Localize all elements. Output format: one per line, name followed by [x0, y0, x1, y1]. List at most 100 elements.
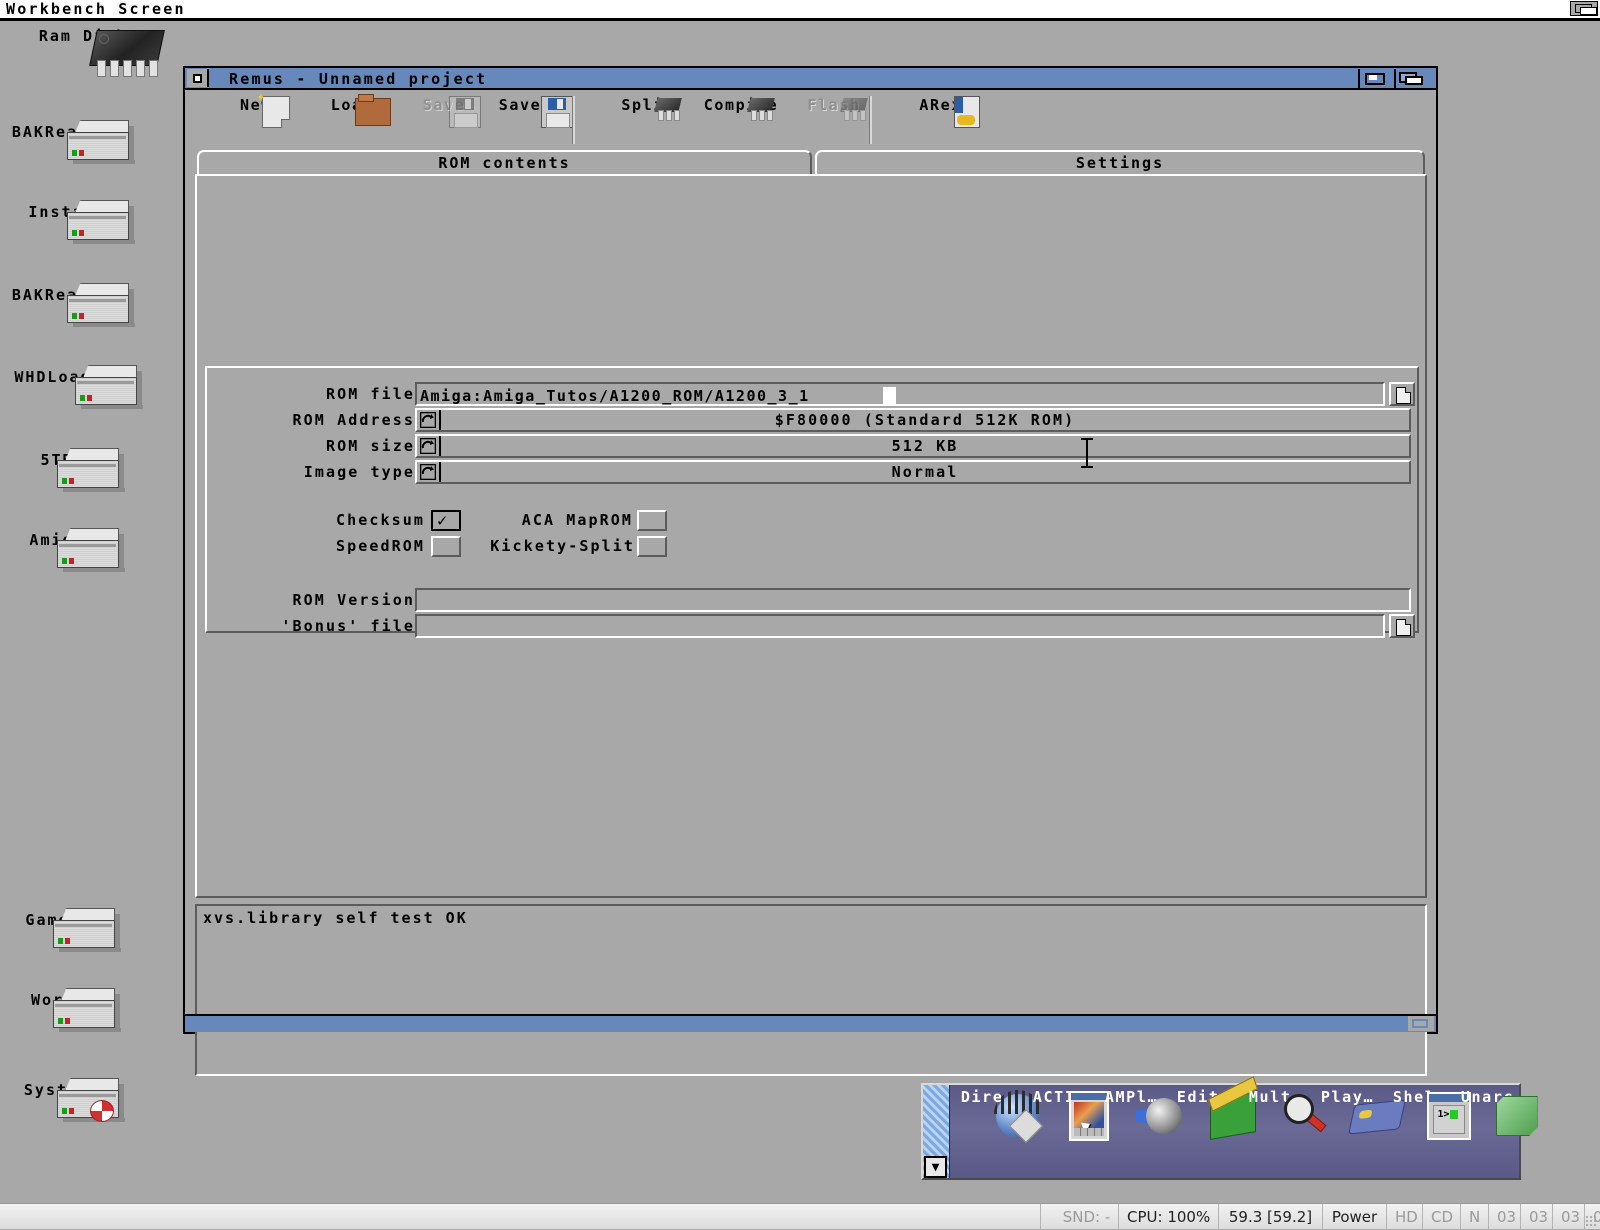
dock-handle[interactable]: ▼	[923, 1085, 950, 1178]
desktop-icon-bakreal-02[interactable]: BAKReal_02	[0, 120, 142, 164]
status-cell-n[interactable]: N	[1460, 1204, 1488, 1230]
toolbar-button-save: Save	[395, 94, 493, 128]
status-cell-hd[interactable]: HD	[1386, 1204, 1422, 1230]
status-cell-03[interactable]: 03	[1520, 1204, 1552, 1230]
desktop-icon-work[interactable]: Work	[0, 988, 128, 1032]
rom-file-value: Amiga:Amiga_Tutos/A1200_ROM/A1200_3_1	[420, 387, 810, 405]
bonus-file-input[interactable]	[415, 614, 1385, 638]
desktop-icon-amiga[interactable]: Amiga	[0, 528, 132, 572]
file-requester-icon[interactable]	[1389, 614, 1415, 638]
dock-item-amplifier[interactable]: AMPl…	[1095, 1088, 1182, 1178]
status-cell-power[interactable]: Power	[1322, 1204, 1386, 1230]
settings-panel: ROM file Amiga:Amiga_Tutos/A1200_ROM/A12…	[195, 174, 1427, 898]
desktop-icon-games[interactable]: Games	[0, 908, 128, 952]
toolbar-button-arexx[interactable]: ARexx	[897, 94, 995, 128]
row-bonus-file: 'Bonus' file	[207, 614, 1415, 638]
rom-size-label: ROM size	[325, 437, 415, 455]
rom-size-cycle-gadget[interactable]: 512 KB	[415, 434, 1411, 458]
depth-gadget-icon[interactable]	[1570, 1, 1598, 16]
workbench-title-bar[interactable]: Workbench Screen	[0, 0, 1600, 18]
row-checkbox-2: SpeedROM Kickety-Split	[207, 536, 1407, 557]
speedrom-label: SpeedROM	[335, 537, 425, 555]
toolbar-separator	[869, 96, 872, 144]
toolbar-button-split[interactable]: Split	[599, 94, 697, 121]
rom-address-cycle-gadget[interactable]: $F80000 (Standard 512K ROM)	[415, 408, 1411, 432]
window-title-bar[interactable]: Remus - Unnamed project	[185, 68, 1436, 90]
toolbar-button-label: ARexx	[919, 96, 973, 114]
log-line: xvs.library self test OK	[203, 909, 468, 927]
remus-window[interactable]: Remus - Unnamed project ✦ New Load Save Save…	[183, 66, 1438, 1076]
status-bar: SND: - CPU: 100% 59.3 [59.2] Power HD CD N 03 03…	[0, 1203, 1600, 1230]
image-type-label: Image type	[303, 463, 415, 481]
aca-maprom-label: ACA MapROM	[521, 511, 633, 529]
checksum-label: Checksum	[335, 511, 425, 529]
kickety-split-label: Kickety-Split	[490, 537, 635, 555]
tab-settings[interactable]: Settings	[815, 150, 1425, 176]
row-rom-version: ROM Version	[207, 588, 1411, 612]
toolbar-button-load[interactable]: Load	[303, 94, 401, 126]
desktop-icon-install[interactable]: Install	[0, 200, 142, 244]
dock-collapse-arrow-icon[interactable]: ▼	[924, 1156, 947, 1178]
aca-maprom-checkbox[interactable]	[637, 510, 667, 531]
dock-item-magnifier[interactable]: Mult…	[1239, 1088, 1327, 1178]
cycle-gadget-icon[interactable]	[417, 462, 441, 482]
dock-item-text-editor[interactable]: Edit…	[1167, 1088, 1256, 1178]
workbench-screen-title: Workbench Screen	[6, 0, 186, 18]
dock-item-shell[interactable]: 1> Shel…	[1383, 1088, 1471, 1178]
rom-address-value: $F80000 (Standard 512K ROM)	[774, 411, 1076, 429]
amidock: ▼ Dire… ACTI… AMPl… Edit… Mult… Play… 1> Shel… U…	[921, 1083, 1538, 1180]
kickety-split-checkbox[interactable]	[637, 536, 667, 557]
status-cell-03[interactable]: 03	[1488, 1204, 1520, 1230]
screen-title-underline	[0, 18, 1600, 21]
system-ball-icon	[90, 1100, 114, 1122]
rom-version-label: ROM Version	[292, 591, 415, 609]
dock-item-unarchive[interactable]: Unarc	[1451, 1088, 1538, 1178]
toolbar-button-new[interactable]: ✦ New	[207, 90, 305, 128]
mouse-pointer-ibeam	[1080, 438, 1094, 468]
toolbar-button-compile[interactable]: Compile	[692, 94, 790, 121]
text-caret	[883, 387, 896, 405]
row-image-type: Image type Normal	[207, 460, 1411, 484]
window-zoom-gadget-icon[interactable]	[1394, 69, 1426, 88]
dock-item-directory-opus[interactable]: Dire…	[951, 1088, 1042, 1178]
dock-item-player[interactable]: Play…	[1311, 1088, 1406, 1178]
row-rom-address: ROM Address $F80000 (Standard 512K ROM)	[207, 408, 1411, 432]
rom-size-value: 512 KB	[891, 437, 959, 455]
row-rom-size: ROM size 512 KB	[207, 434, 1411, 458]
desktop-icon-system[interactable]: System	[0, 1078, 132, 1122]
dock-item-action-viewer[interactable]: ACTI…	[1023, 1088, 1109, 1178]
tab-rom-contents[interactable]: ROM contents	[197, 150, 812, 176]
log-pane[interactable]: xvs.library self test OK	[195, 904, 1427, 1076]
desktop-icon-5tb[interactable]: 5TB	[0, 448, 132, 492]
rom-version-input[interactable]	[415, 588, 1411, 612]
desktop-icon-whdload-all[interactable]: WHDLoad_ALL	[0, 365, 150, 409]
file-requester-icon[interactable]	[1389, 382, 1415, 406]
tab-label: Settings	[1075, 154, 1165, 172]
checkmark-icon: ✓	[437, 511, 448, 531]
desktop-icon-bakreal-01[interactable]: BAKReal_01	[0, 283, 142, 327]
speedrom-checkbox[interactable]	[431, 536, 461, 557]
rom-file-input[interactable]: Amiga:Amiga_Tutos/A1200_ROM/A1200_3_1	[415, 382, 1385, 406]
image-type-value: Normal	[891, 463, 959, 481]
toolbar: ✦ New Load Save Save as Split Compile Flash ARex…	[187, 90, 1434, 150]
status-cell-cd[interactable]: CD	[1422, 1204, 1460, 1230]
row-checkbox-1: Checksum ✓ ACA MapROM	[207, 510, 1407, 531]
status-cell-02[interactable]: 02	[1584, 1204, 1600, 1230]
workbench-screen: Workbench Screen Ram Disk BAKReal_02 Insta…	[0, 0, 1600, 1230]
window-bottom-border	[185, 1014, 1436, 1032]
desktop-icon-ram-disk[interactable]: Ram Disk	[8, 24, 165, 77]
window-size-gadget-icon[interactable]	[1408, 1016, 1434, 1031]
toolbar-separator	[572, 96, 575, 144]
status-cell-59-3-59-2-[interactable]: 59.3 [59.2]	[1218, 1204, 1322, 1230]
window-depth-gadget-icon[interactable]	[1358, 69, 1390, 88]
status-cell-03[interactable]: 03	[1552, 1204, 1584, 1230]
image-type-cycle-gadget[interactable]: Normal	[415, 460, 1411, 484]
toolbar-button-save-as[interactable]: Save as	[487, 94, 585, 128]
tab-bar: ROM contents Settings	[197, 150, 1425, 176]
cycle-gadget-icon[interactable]	[417, 436, 441, 456]
close-gadget-icon[interactable]	[187, 69, 209, 87]
cycle-gadget-icon[interactable]	[417, 410, 441, 430]
checksum-checkbox[interactable]: ✓	[431, 510, 461, 531]
status-cell-cpu-100-[interactable]: CPU: 100%	[1118, 1204, 1218, 1230]
tab-label: ROM contents	[438, 154, 571, 172]
